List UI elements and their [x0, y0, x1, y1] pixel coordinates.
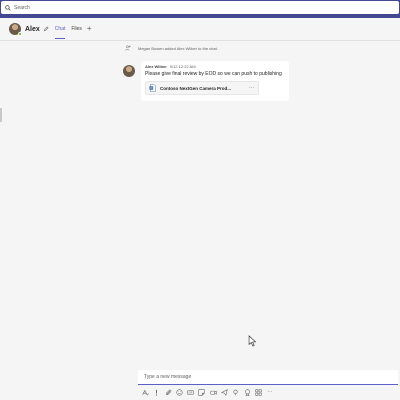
more-options-icon[interactable]: ··· — [266, 389, 273, 396]
compose-box[interactable]: Type a new message — [138, 370, 398, 385]
system-message-text: Megan Bowen added Alex Wilber to the cha… — [138, 45, 218, 51]
search-box[interactable]: Search — [1, 1, 399, 14]
loop-icon[interactable] — [232, 389, 239, 396]
gif-icon[interactable]: GIF — [187, 389, 194, 396]
chat-title: Alex — [25, 25, 40, 33]
svg-text:GIF: GIF — [189, 391, 194, 394]
pencil-icon[interactable] — [43, 26, 49, 32]
sticker-icon[interactable] — [198, 388, 206, 396]
praise-icon[interactable] — [244, 388, 251, 396]
message-avatar[interactable] — [123, 65, 135, 77]
message-meta: Alex Wilber 9/12 12:22 AM — [145, 64, 285, 69]
schedule-icon[interactable] — [221, 388, 228, 396]
mouse-cursor-icon — [248, 335, 257, 347]
format-icon[interactable] — [142, 389, 149, 396]
attachment-more-icon[interactable]: ··· — [249, 85, 254, 91]
meet-icon[interactable] — [210, 389, 217, 396]
word-document-icon: W — [149, 84, 156, 92]
emoji-icon[interactable] — [176, 388, 183, 396]
attachment-name: Contoso NextGen Camera Prod... — [160, 85, 232, 91]
tab-files[interactable]: Files — [71, 26, 82, 32]
search-icon — [5, 4, 11, 11]
compose-toolbar: GIF ··· — [142, 388, 278, 396]
compose-placeholder: Type a new message — [144, 374, 192, 380]
chat-header: Alex Chat Files + — [0, 18, 400, 41]
add-tab-icon[interactable]: + — [87, 25, 92, 33]
left-rail-marker — [0, 108, 2, 122]
tab-chat[interactable]: Chat — [54, 26, 65, 39]
avatar[interactable] — [9, 23, 22, 36]
attach-icon[interactable] — [165, 389, 172, 396]
message-bubble[interactable]: Alex Wilber 9/12 12:22 AM Please give fin… — [141, 61, 289, 101]
title-bar: Search — [0, 0, 400, 18]
apps-icon[interactable] — [255, 388, 262, 396]
add-people-icon — [125, 45, 131, 51]
priority-icon[interactable] — [153, 389, 160, 396]
system-message: Megan Bowen added Alex Wilber to the cha… — [125, 45, 218, 51]
message-text: Please give final review by EOD so we ca… — [145, 71, 282, 77]
search-placeholder: Search — [14, 4, 30, 11]
message-time: 9/12 12:22 AM — [169, 64, 196, 69]
presence-badge — [18, 32, 22, 36]
message-author: Alex Wilber — [145, 64, 167, 69]
file-attachment[interactable]: W Contoso NextGen Camera Prod... ··· — [145, 81, 259, 95]
